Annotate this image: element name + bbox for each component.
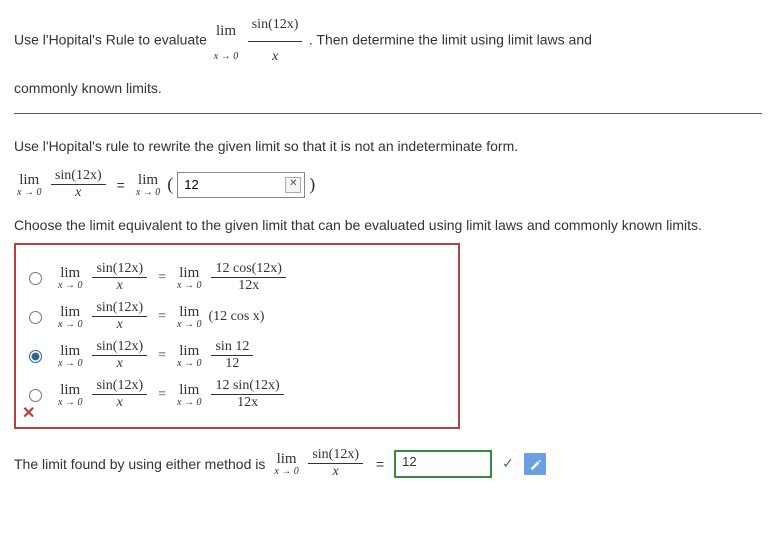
check-icon: ✓ [502,455,514,472]
choice-lim-rhs: limx → 0 [177,382,201,408]
rewrite-equation: lim x → 0 sin(12x) x = lim x → 0 ( ✕ ) [14,168,762,201]
choice-c[interactable]: limx → 0sin(12x)x=limx → 0sin 1212 [24,339,444,372]
clear-input-button[interactable]: ✕ [285,177,301,193]
choice-radio-b[interactable] [29,311,42,324]
choice-radio-a[interactable] [29,272,42,285]
choice-lhs-frac: sin(12x)x [92,300,147,333]
equals-sign: = [117,177,125,193]
solution-tool-button[interactable] [524,453,546,475]
choice-rhs-frac: sin 1212 [211,339,253,372]
final-equals: = [376,456,384,472]
prompt-text-2: commonly known limits. [14,80,162,96]
paren-close: ) [309,174,315,195]
choice-rhs-text: (12 cos x) [208,309,264,325]
section1-text: Use l'Hopital's rule to rewrite the give… [14,138,762,154]
choice-lim-lhs: limx → 0 [58,265,82,291]
choice-a[interactable]: limx → 0sin(12x)x=limx → 012 cos(12x)12x [24,261,444,294]
choice-lhs-frac: sin(12x)x [92,339,147,372]
choice-rhs-frac: 12 cos(12x)12x [211,261,286,294]
divider [14,113,762,114]
choice-d[interactable]: limx → 0sin(12x)x=limx → 012 sin(12x)12x [24,378,444,411]
choice-radio-c[interactable] [29,350,42,363]
choice-lim-lhs: limx → 0 [58,343,82,369]
incorrect-icon: ✕ [22,403,35,423]
problem-statement: Use l'Hopital's Rule to evaluate lim x →… [14,10,762,103]
prompt-text-1b: . Then determine the limit using limit l… [309,32,592,48]
choices-box: limx → 0sin(12x)x=limx → 012 cos(12x)12x… [14,243,460,429]
final-answer-row: The limit found by using either method i… [14,447,762,480]
final-answer-value: 12 [394,450,492,478]
section2-text: Choose the limit equivalent to the given… [14,217,762,233]
limit-lhs: lim x → 0 [17,172,41,198]
choice-lim-rhs: limx → 0 [177,265,201,291]
lhs-fraction: sin(12x) x [51,168,106,201]
choice-lim-lhs: limx → 0 [58,304,82,330]
limit-notation: lim x → 0 [214,15,238,68]
final-limit: lim x → 0 [274,451,298,477]
choice-rhs-frac: 12 sin(12x)12x [211,378,283,411]
paren-open: ( [167,174,173,195]
limit-rhs: lim x → 0 [136,172,160,198]
main-fraction: sin(12x) x [248,10,303,73]
choice-lim-rhs: limx → 0 [177,304,201,330]
choice-radio-d[interactable] [29,389,42,402]
choice-lhs-frac: sin(12x)x [92,378,147,411]
choice-lim-lhs: limx → 0 [58,382,82,408]
prompt-text-1: Use l'Hopital's Rule to evaluate [14,32,207,48]
final-text: The limit found by using either method i… [14,456,265,472]
choice-lhs-frac: sin(12x)x [92,261,147,294]
choice-lim-rhs: limx → 0 [177,343,201,369]
final-fraction: sin(12x) x [308,447,363,480]
choice-b[interactable]: limx → 0sin(12x)x=limx → 0(12 cos x) [24,300,444,333]
